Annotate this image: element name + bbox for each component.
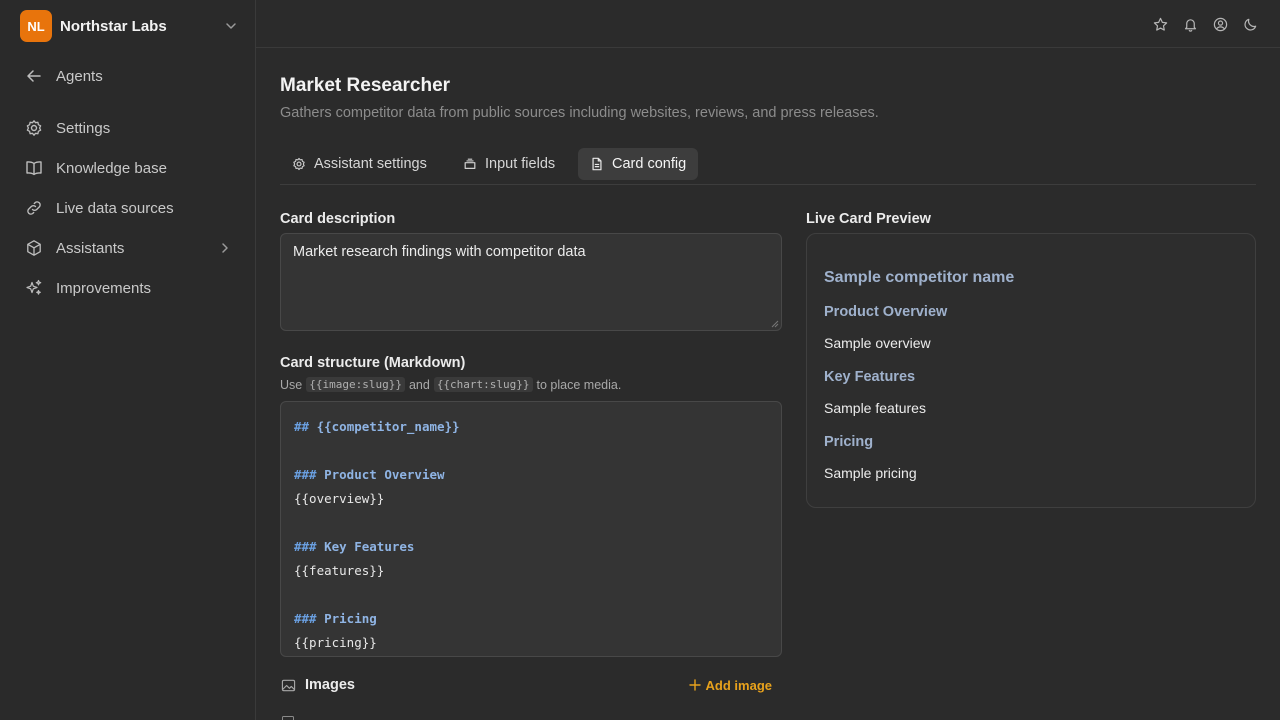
org-switcher[interactable]: NL Northstar Labs: [20, 10, 240, 42]
org-name: Northstar Labs: [60, 17, 167, 35]
sidebar-item-label: Knowledge base: [56, 159, 167, 177]
tab-card-config[interactable]: Card config: [578, 148, 699, 180]
hint-code-image: {{image:slug}}: [306, 377, 405, 392]
tab-label: Card config: [612, 156, 687, 172]
md-line: ### Pricing: [294, 611, 377, 626]
next-section-peek: [280, 714, 782, 720]
top-bar: [256, 0, 1280, 48]
live-card-preview-label: Live Card Preview: [806, 211, 931, 227]
gear-icon: [24, 118, 44, 138]
hint-text: Use: [280, 377, 303, 392]
preview-heading: Product Overview: [824, 304, 948, 320]
arrow-left-icon: [24, 66, 44, 86]
add-image-button[interactable]: Add image: [688, 677, 772, 693]
resize-handle-icon[interactable]: [771, 320, 779, 328]
stack-icon: [463, 157, 477, 171]
md-line: ## {{competitor_name}}: [294, 419, 460, 434]
page-title: Market Researcher: [280, 75, 451, 96]
sidebar-item-label: Live data sources: [56, 199, 174, 217]
card-structure-hint: Use {{image:slug}} and {{chart:slug}} to…: [280, 377, 621, 392]
tab-input-fields[interactable]: Input fields: [451, 148, 567, 180]
book-icon: [24, 158, 44, 178]
chevron-down-icon: [226, 23, 236, 29]
preview-title: Sample competitor name: [824, 269, 1015, 286]
tab-label: Assistant settings: [314, 156, 427, 172]
card-description-label: Card description: [280, 211, 396, 227]
preview-body: Sample features: [824, 400, 926, 416]
sidebar-item-knowledge-base[interactable]: Knowledge base: [20, 152, 236, 184]
preview-heading: Key Features: [824, 369, 916, 385]
hint-code-chart: {{chart:slug}}: [433, 377, 533, 392]
card-description-textarea[interactable]: Market research findings with competitor…: [280, 233, 782, 331]
card-structure-editor[interactable]: ## {{competitor_name}} ### Product Overv…: [280, 401, 782, 657]
hint-text: and: [408, 377, 430, 392]
card-description-value: Market research findings with competitor…: [293, 244, 586, 260]
sidebar-item-assistants[interactable]: Assistants: [20, 232, 236, 264]
org-avatar: NL: [20, 10, 52, 42]
preview-heading: Pricing: [824, 434, 874, 450]
document-icon: [590, 157, 604, 171]
md-line: {{overview}}: [294, 491, 385, 506]
sparkles-icon: [24, 278, 44, 298]
images-label: Images: [305, 677, 355, 693]
star-icon[interactable]: [1151, 15, 1169, 33]
sidebar-item-agents[interactable]: Agents: [20, 60, 236, 92]
hint-text: to place media.: [536, 377, 622, 392]
md-line: ### Key Features: [294, 539, 415, 554]
tab-assistant-settings[interactable]: Assistant settings: [280, 148, 439, 180]
images-section-header: Images Add image: [280, 674, 782, 696]
tab-bar: Assistant settings Input fields Card con…: [280, 148, 1256, 185]
cube-icon: [24, 238, 44, 258]
md-line: {{features}}: [294, 563, 385, 578]
sidebar-item-live-data-sources[interactable]: Live data sources: [20, 192, 236, 224]
sidebar-item-label: Settings: [56, 119, 111, 137]
preview-body: Sample overview: [824, 335, 931, 351]
sidebar-item-label: Assistants: [56, 239, 125, 257]
user-circle-icon[interactable]: [1211, 15, 1229, 33]
page-subtitle: Gathers competitor data from public sour…: [280, 105, 879, 121]
image-icon: [281, 677, 297, 693]
live-card-preview: Sample competitor name Product Overview …: [806, 233, 1256, 508]
preview-body: Sample pricing: [824, 465, 917, 481]
md-line: ### Product Overview: [294, 467, 445, 482]
sidebar-item-settings[interactable]: Settings: [20, 112, 236, 144]
gear-icon: [292, 157, 306, 171]
chevron-right-icon: [222, 243, 228, 253]
bell-icon[interactable]: [1181, 15, 1199, 33]
sidebar-item-label: Agents: [56, 67, 103, 85]
sidebar-item-improvements[interactable]: Improvements: [20, 272, 236, 304]
sidebar: NL Northstar Labs Agents Settings Knowle…: [0, 0, 256, 720]
add-image-label: Add image: [705, 677, 772, 693]
sidebar-item-label: Improvements: [56, 279, 152, 297]
card-structure-label: Card structure (Markdown): [280, 355, 466, 371]
moon-icon[interactable]: [1241, 15, 1259, 33]
tab-label: Input fields: [485, 156, 556, 172]
md-line: {{pricing}}: [294, 635, 377, 650]
plus-icon: [688, 679, 701, 691]
link-icon: [24, 198, 44, 218]
